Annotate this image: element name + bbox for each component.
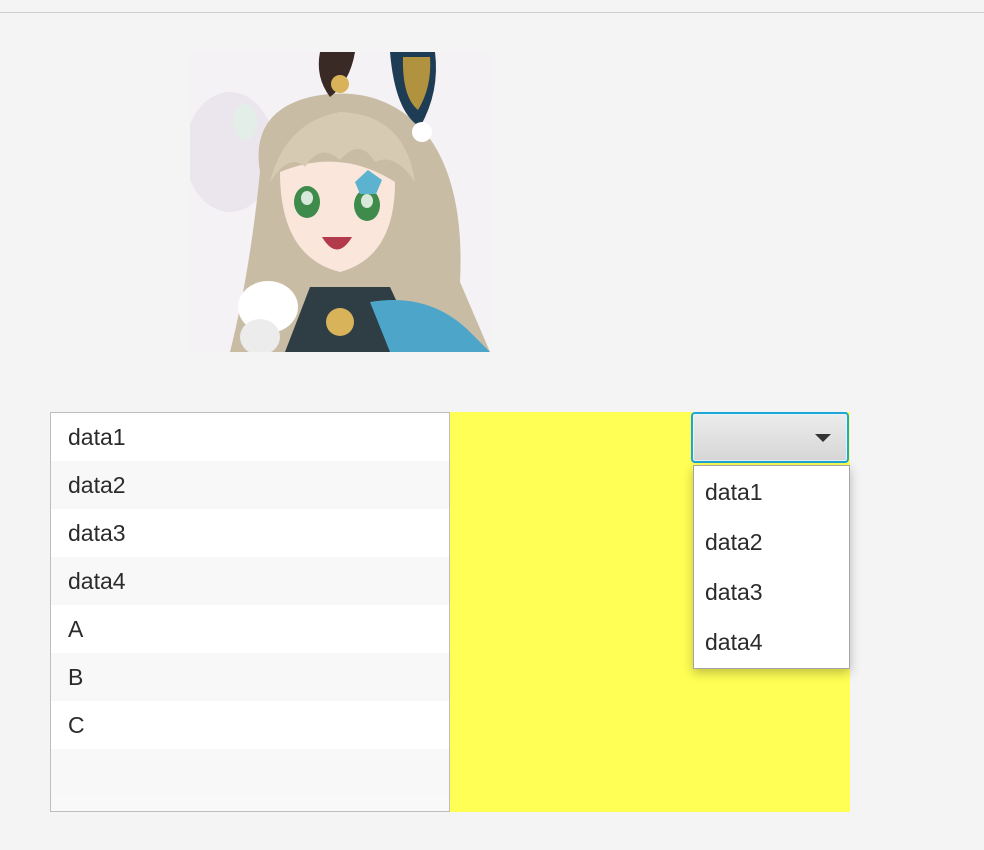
list-item[interactable]: A xyxy=(51,605,449,653)
list-item[interactable]: data2 xyxy=(51,461,449,509)
combo-box[interactable] xyxy=(691,412,849,463)
list-item[interactable]: data3 xyxy=(51,509,449,557)
dropdown-option[interactable]: data2 xyxy=(694,517,849,567)
combo-dropdown-list[interactable]: data1 data2 data3 data4 xyxy=(693,465,850,669)
dropdown-option[interactable]: data4 xyxy=(694,617,849,667)
list-item[interactable]: C xyxy=(51,701,449,749)
list-item[interactable]: B xyxy=(51,653,449,701)
list-item[interactable]: data1 xyxy=(51,413,449,461)
list-item[interactable]: data4 xyxy=(51,557,449,605)
dropdown-option[interactable]: data1 xyxy=(694,467,849,517)
window-top-divider xyxy=(0,12,984,13)
chevron-down-icon[interactable] xyxy=(815,434,831,442)
data-list[interactable]: data1 data2 data3 data4 A B C xyxy=(50,412,450,812)
character-image xyxy=(190,52,490,352)
dropdown-option[interactable]: data3 xyxy=(694,567,849,617)
list-item-empty[interactable] xyxy=(51,749,449,797)
